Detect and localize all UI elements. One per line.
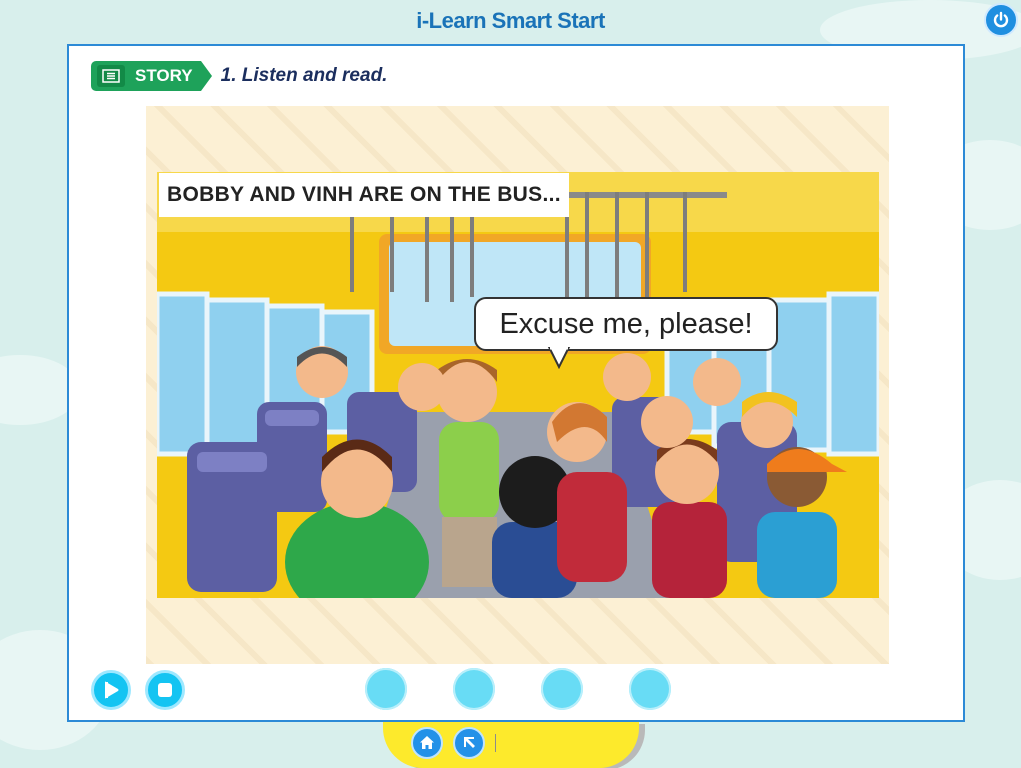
bottom-nav-bar — [383, 722, 639, 768]
nav-divider — [495, 734, 496, 752]
page-dot[interactable] — [453, 668, 495, 710]
playback-controls — [91, 670, 185, 710]
list-icon — [97, 65, 125, 87]
instruction-text: 1. Listen and read. — [220, 65, 388, 86]
app-title: i-Learn Smart Start — [416, 8, 605, 33]
back-arrow-icon — [464, 737, 475, 748]
home-button[interactable] — [411, 727, 443, 759]
power-button[interactable] — [984, 3, 1018, 37]
power-icon — [993, 11, 1009, 28]
story-tag-label: STORY — [135, 66, 193, 85]
play-icon — [105, 681, 119, 699]
speech-bubble: Excuse me, please! — [474, 297, 778, 351]
page-dot[interactable] — [541, 668, 583, 710]
lesson-frame: STORY 1. Listen and read. BOBBY AND VINH… — [67, 44, 965, 722]
story-header: STORY 1. Listen and read. — [91, 61, 387, 91]
story-tag: STORY — [91, 61, 212, 91]
page-dot[interactable] — [365, 668, 407, 710]
home-icon — [420, 736, 434, 749]
story-caption: BOBBY AND VINH ARE ON THE BUS... — [159, 173, 569, 217]
play-button[interactable] — [91, 670, 131, 710]
page-dot[interactable] — [629, 668, 671, 710]
speech-bubble-tail — [547, 347, 571, 369]
back-button[interactable] — [453, 727, 485, 759]
stop-icon — [158, 683, 172, 697]
stop-button[interactable] — [145, 670, 185, 710]
page-indicator — [365, 668, 671, 710]
bus-scene-illustration — [157, 172, 879, 598]
